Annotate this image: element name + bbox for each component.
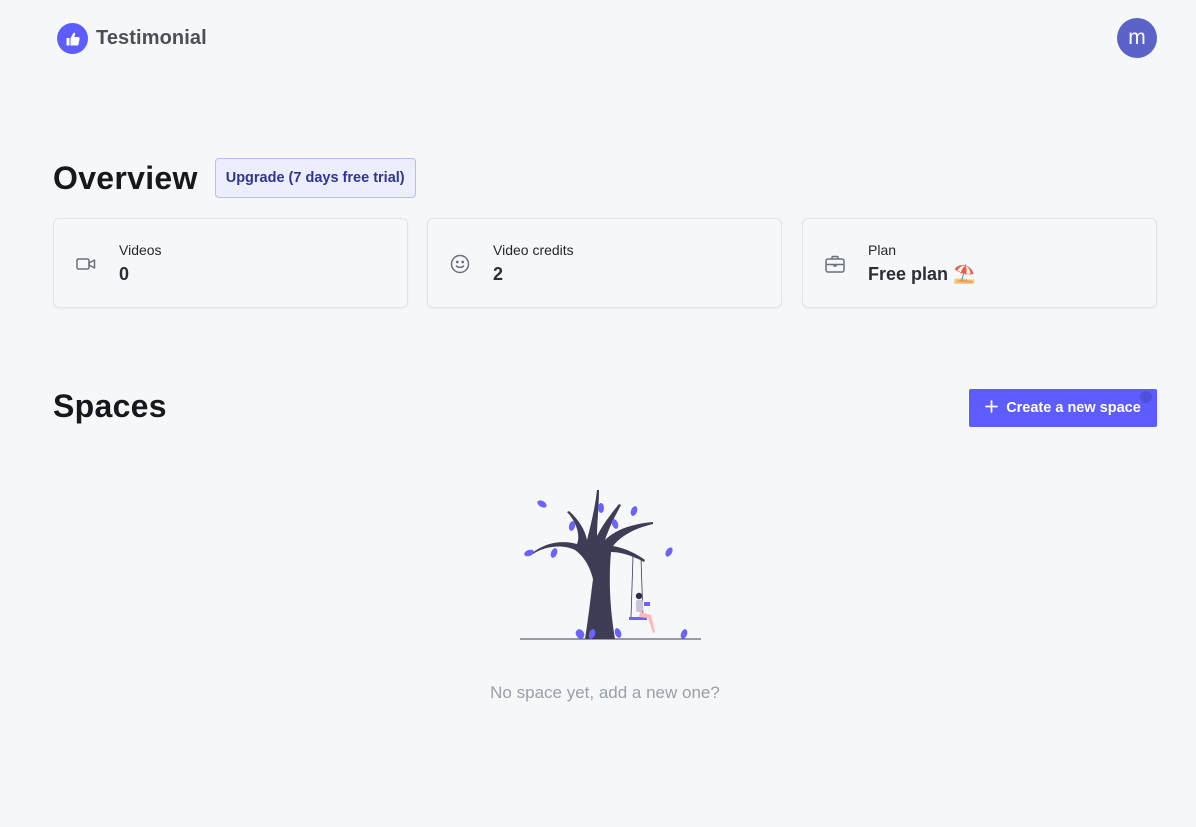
video-credits-value: 2	[493, 264, 504, 284]
videos-value: 0	[119, 264, 130, 284]
briefcase-icon	[824, 253, 846, 275]
video-camera-icon	[75, 253, 97, 275]
plus-icon	[985, 399, 999, 417]
thumbs-up-logo-icon	[57, 23, 88, 54]
user-avatar[interactable]: m	[1117, 18, 1157, 58]
smiley-face-icon	[449, 253, 471, 275]
upgrade-button[interactable]: Upgrade (7 days free trial)	[214, 158, 416, 198]
overview-title: Overview	[53, 159, 198, 196]
brand-name: Testimonial	[96, 27, 207, 49]
videos-label: Videos	[119, 242, 162, 258]
overview-header: Overview Upgrade (7 days free trial)	[53, 158, 416, 198]
overview-cards: Videos 0 Video credits 2 Plan Free plan …	[53, 218, 1157, 308]
empty-state-text: No space yet, add a new one?	[490, 683, 720, 702]
top-header: Testimonial m	[0, 0, 1196, 76]
video-credits-label: Video credits	[493, 242, 574, 258]
notification-dot	[1140, 391, 1152, 403]
plan-card: Plan Free plan ⛱️	[802, 218, 1157, 308]
plan-label: Plan	[868, 242, 897, 258]
create-space-button[interactable]: Create a new space	[969, 389, 1157, 427]
brand-logo-link[interactable]: Testimonial	[57, 23, 207, 54]
create-space-label: Create a new space	[1006, 400, 1141, 416]
videos-card: Videos 0	[53, 218, 408, 308]
spaces-title: Spaces	[53, 388, 167, 424]
plan-value: Free plan ⛱️	[868, 264, 976, 284]
empty-state-illustration	[505, 484, 705, 644]
video-credits-card: Video credits 2	[427, 218, 782, 308]
